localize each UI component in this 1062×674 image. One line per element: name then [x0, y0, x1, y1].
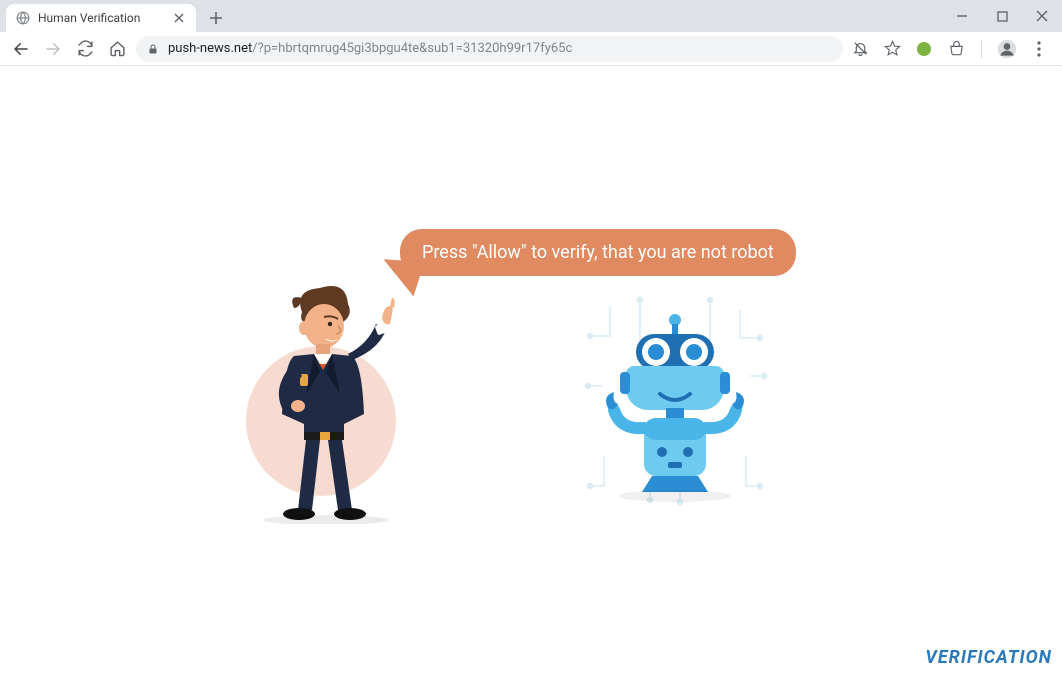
home-button[interactable] [104, 36, 130, 62]
profile-avatar-icon[interactable] [996, 38, 1018, 60]
speech-bubble-text: Press "Allow" to verify, that you are no… [400, 229, 796, 276]
tab-close-icon[interactable] [172, 11, 186, 25]
browser-toolbar: push-news.net/?p=hbrtqmrug45gi3bpgu4te&s… [0, 32, 1062, 66]
browser-tab[interactable]: Human Verification [6, 4, 196, 32]
bookmark-star-icon[interactable] [881, 38, 903, 60]
speech-bubble: Press "Allow" to verify, that you are no… [400, 229, 796, 276]
address-bar[interactable]: push-news.net/?p=hbrtqmrug45gi3bpgu4te&s… [136, 36, 843, 62]
globe-icon [16, 11, 30, 25]
maximize-button[interactable] [982, 0, 1022, 32]
minimize-button[interactable] [942, 0, 982, 32]
menu-dots-icon[interactable] [1028, 38, 1050, 60]
close-window-button[interactable] [1022, 0, 1062, 32]
tab-bar: Human Verification [0, 0, 1062, 32]
page-content: Press "Allow" to verify, that you are no… [0, 66, 1062, 674]
window-controls [942, 0, 1062, 32]
back-button[interactable] [8, 36, 34, 62]
toolbar-right-icons [849, 38, 1054, 60]
tab-title: Human Verification [38, 11, 164, 25]
verification-label: VERIFICATION [925, 647, 1052, 668]
separator [981, 40, 982, 58]
reload-button[interactable] [72, 36, 98, 62]
lock-icon [146, 42, 160, 56]
new-tab-button[interactable] [202, 4, 230, 32]
url-path: /?p=hbrtqmrug45gi3bpgu4te&sub1=31320h99r… [252, 41, 572, 56]
extension-basket-icon[interactable] [945, 38, 967, 60]
forward-button[interactable] [40, 36, 66, 62]
notification-bell-icon[interactable] [849, 38, 871, 60]
url-domain: push-news.net [168, 41, 252, 56]
url-text: push-news.net/?p=hbrtqmrug45gi3bpgu4te&s… [168, 41, 833, 56]
extension-icon[interactable] [913, 38, 935, 60]
man-illustration [246, 284, 426, 524]
robot-illustration [580, 296, 770, 506]
